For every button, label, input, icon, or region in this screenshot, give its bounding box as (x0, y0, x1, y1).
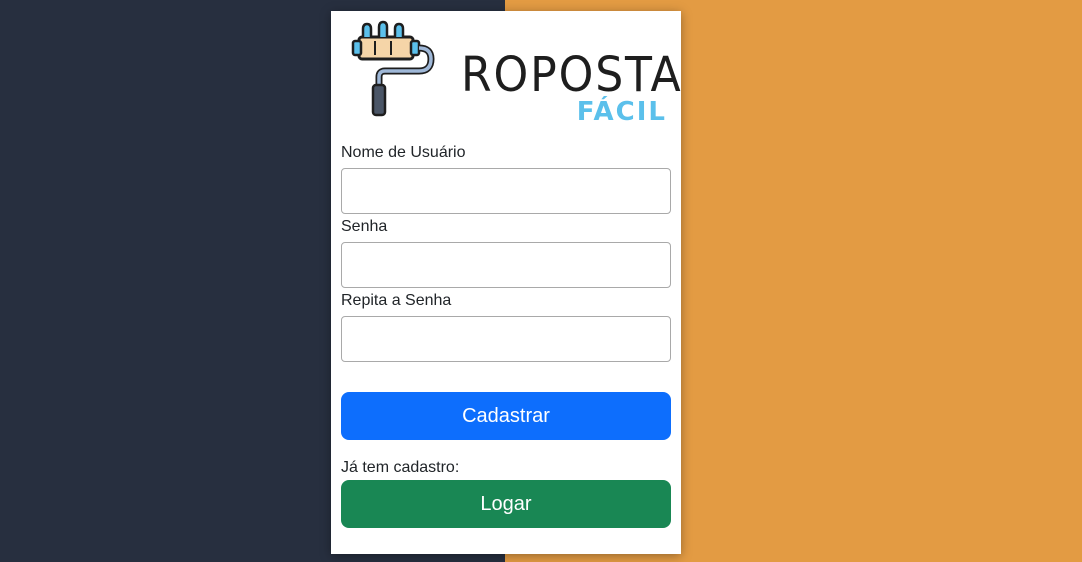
repeat-password-input[interactable] (341, 316, 671, 362)
repeat-password-label: Repita a Senha (341, 292, 452, 309)
register-card: ROPOSTA FÁCIL Nome de Usuário Senha Repi… (331, 11, 681, 554)
login-button[interactable]: Logar (341, 480, 671, 528)
username-input[interactable] (341, 168, 671, 214)
logo-subtitle: FÁCIL (576, 97, 667, 127)
logo: ROPOSTA FÁCIL (349, 19, 681, 125)
paint-roller-icon (351, 20, 435, 117)
register-button[interactable]: Cadastrar (341, 392, 671, 440)
password-input[interactable] (341, 242, 671, 288)
login-prompt: Já tem cadastro: (341, 459, 460, 476)
password-label: Senha (341, 218, 388, 235)
username-label: Nome de Usuário (341, 144, 466, 161)
logo-wordmark: ROPOSTA (461, 47, 683, 103)
